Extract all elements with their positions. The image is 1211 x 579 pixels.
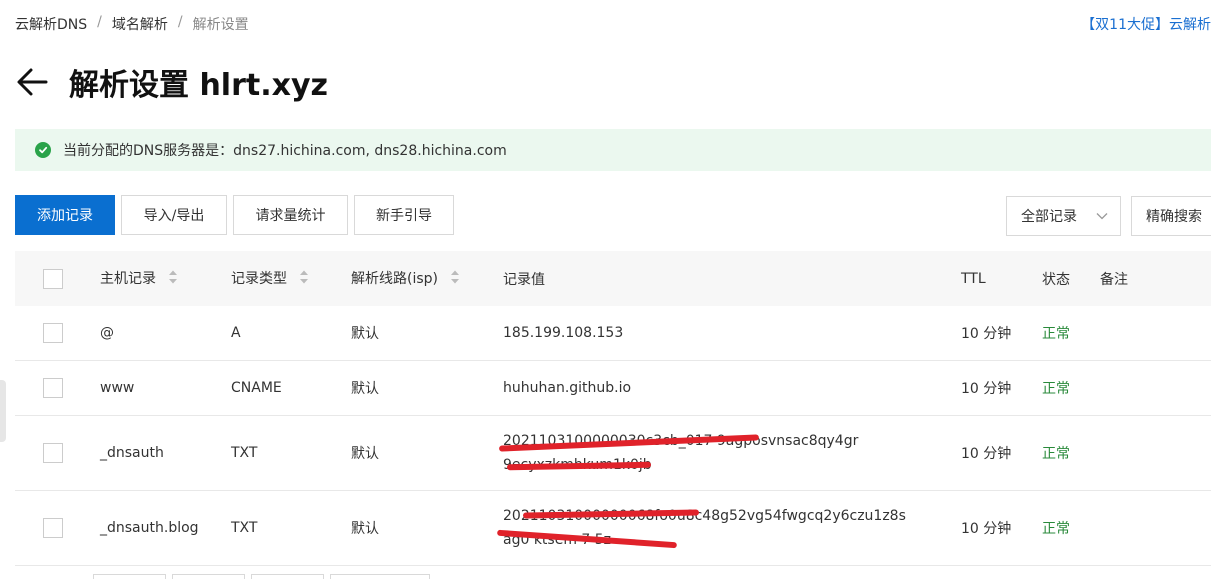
type-cell: CNAME: [231, 380, 282, 396]
breadcrumb-item-dns[interactable]: 云解析DNS: [15, 14, 87, 34]
status-cell: 正常: [1042, 446, 1070, 462]
bottom-button[interactable]: [251, 574, 324, 579]
ttl-cell: 10 分钟: [961, 326, 1012, 342]
host-cell: @: [100, 325, 114, 341]
column-ttl: TTL: [961, 270, 986, 287]
table-header: 主机记录 记录类型 解析线路(isp) 记录值 TTL 状态 备注: [15, 251, 1211, 306]
table-row: www CNAME 默认 huhuhan.github.io 10 分钟 正常: [15, 361, 1211, 416]
row-checkbox[interactable]: [43, 443, 63, 463]
check-circle-icon: [35, 142, 51, 158]
ttl-cell: 10 分钟: [961, 446, 1012, 462]
table-row: @ A 默认 185.199.108.153 10 分钟 正常: [15, 306, 1211, 361]
breadcrumb-separator: /: [97, 14, 102, 30]
title-row: 解析设置 hlrt.xyz: [15, 60, 328, 104]
ttl-cell: 10 分钟: [961, 381, 1012, 397]
row-checkbox[interactable]: [43, 323, 63, 343]
type-cell: A: [231, 325, 241, 341]
host-cell: _dnsauth.blog: [100, 520, 199, 536]
status-cell: 正常: [1042, 381, 1070, 397]
request-stats-button[interactable]: 请求量统计: [233, 195, 348, 235]
table-row: _dnsauth TXT 默认 2021103100000030c3cb_017…: [15, 416, 1211, 491]
table-row: _dnsauth.blog TXT 默认 20211031000000068fo…: [15, 491, 1211, 566]
sort-icon[interactable]: [299, 269, 309, 289]
column-note: 备注: [1100, 271, 1128, 288]
column-host[interactable]: 主机记录: [100, 268, 231, 289]
dns-server-notice: 当前分配的DNS服务器是：dns27.hichina.com, dns28.hi…: [15, 129, 1211, 171]
column-line[interactable]: 解析线路(isp): [351, 268, 503, 289]
record-filter-value: 全部记录: [1021, 209, 1077, 225]
row-checkbox[interactable]: [43, 518, 63, 538]
add-record-button[interactable]: 添加记录: [15, 195, 115, 235]
value-cell: 185.199.108.153: [503, 325, 624, 341]
bottom-button[interactable]: [330, 574, 430, 579]
column-value: 记录值: [503, 271, 545, 288]
record-filter-select[interactable]: 全部记录: [1006, 196, 1121, 236]
line-cell: 默认: [351, 446, 379, 462]
bottom-buttons-partial: [93, 574, 430, 579]
breadcrumb-item-domains[interactable]: 域名解析: [112, 14, 168, 34]
value-cell: 20211031000000068fo0u8c48g52vg54fwgcq2y6…: [497, 504, 961, 552]
beginner-guide-button[interactable]: 新手引导: [354, 195, 454, 235]
type-cell: TXT: [231, 520, 258, 536]
import-export-button[interactable]: 导入/导出: [121, 195, 227, 235]
page-title: 解析设置 hlrt.xyz: [69, 68, 328, 103]
right-tools: 全部记录 精确搜索: [1006, 196, 1211, 236]
ttl-cell: 10 分钟: [961, 521, 1012, 537]
breadcrumb-separator: /: [177, 14, 183, 30]
precise-search-button[interactable]: 精确搜索: [1131, 196, 1211, 236]
promo-link[interactable]: 【双11大促】云解析: [1081, 14, 1211, 34]
chevron-down-icon: [1096, 208, 1108, 224]
status-cell: 正常: [1042, 326, 1070, 342]
host-cell: _dnsauth: [100, 445, 164, 461]
host-cell: www: [100, 380, 135, 396]
records-table: 主机记录 记录类型 解析线路(isp) 记录值 TTL 状态 备注 @ A 默认…: [15, 251, 1211, 566]
row-checkbox[interactable]: [43, 378, 63, 398]
breadcrumb: 云解析DNS / 域名解析 / 解析设置: [15, 14, 249, 34]
notice-text: 当前分配的DNS服务器是：dns27.hichina.com, dns28.hi…: [63, 143, 507, 159]
column-type[interactable]: 记录类型: [231, 268, 351, 289]
type-cell: TXT: [231, 445, 258, 461]
side-drawer-tab[interactable]: [0, 380, 6, 442]
sort-icon[interactable]: [450, 269, 460, 289]
column-status: 状态: [1042, 271, 1070, 288]
line-cell: 默认: [351, 521, 379, 537]
value-cell: huhuhan.github.io: [503, 380, 632, 396]
back-arrow-icon[interactable]: [15, 65, 49, 99]
line-cell: 默认: [351, 381, 379, 397]
bottom-button[interactable]: [93, 574, 166, 579]
bottom-button[interactable]: [172, 574, 245, 579]
toolbar: 添加记录 导入/导出 请求量统计 新手引导: [15, 195, 454, 235]
breadcrumb-item-current: 解析设置: [192, 17, 249, 33]
status-cell: 正常: [1042, 521, 1070, 537]
sort-icon[interactable]: [168, 269, 178, 289]
select-all-checkbox[interactable]: [43, 268, 63, 289]
value-cell: 2021103100000030c3cb_017 9agposvnsac8qy4…: [498, 429, 961, 477]
line-cell: 默认: [351, 326, 379, 342]
